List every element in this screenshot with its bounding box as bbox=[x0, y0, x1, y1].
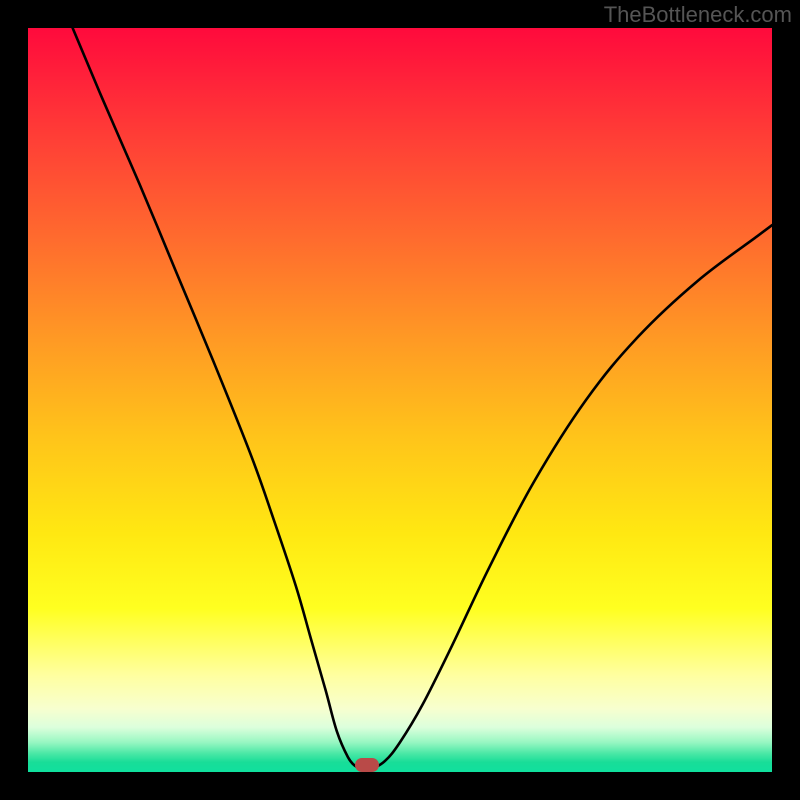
plot-area bbox=[28, 28, 772, 772]
curve-svg bbox=[28, 28, 772, 772]
watermark-text: TheBottleneck.com bbox=[604, 2, 792, 28]
bottleneck-curve-path bbox=[73, 28, 772, 769]
dip-marker bbox=[355, 758, 379, 772]
bottleneck-chart: TheBottleneck.com bbox=[0, 0, 800, 800]
